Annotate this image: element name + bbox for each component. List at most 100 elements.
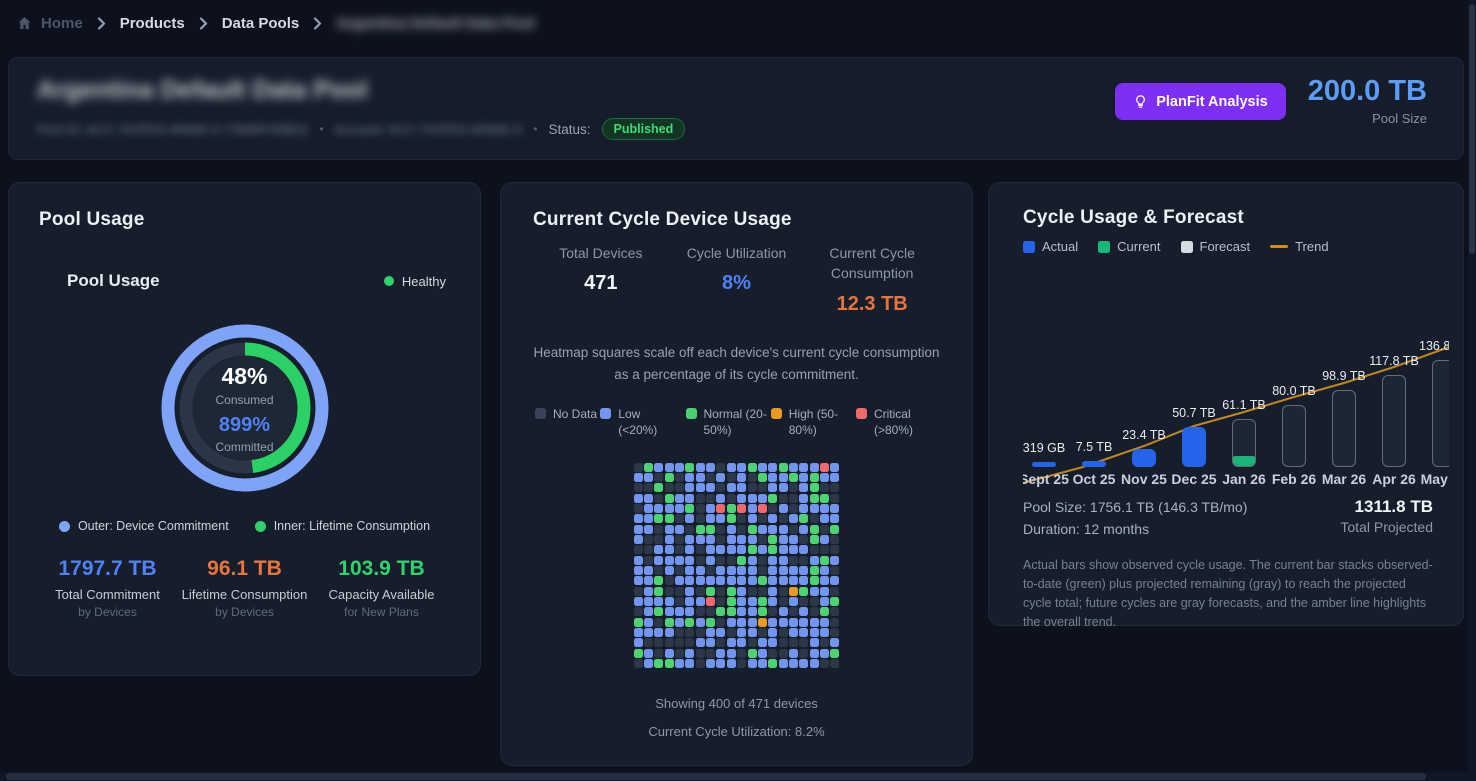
heatmap-cell[interactable] <box>789 628 798 637</box>
heatmap-cell[interactable] <box>706 525 715 534</box>
heatmap-cell[interactable] <box>665 659 674 668</box>
heatmap-cell[interactable] <box>830 525 839 534</box>
heatmap-cell[interactable] <box>685 566 694 575</box>
heatmap-cell[interactable] <box>779 597 788 606</box>
heatmap-cell[interactable] <box>706 514 715 523</box>
heatmap-cell[interactable] <box>799 483 808 492</box>
heatmap-cell[interactable] <box>830 638 839 647</box>
heatmap-cell[interactable] <box>748 463 757 472</box>
heatmap-cell[interactable] <box>634 525 643 534</box>
heatmap-cell[interactable] <box>789 494 798 503</box>
heatmap-cell[interactable] <box>696 618 705 627</box>
heatmap-cell[interactable] <box>789 525 798 534</box>
heatmap-cell[interactable] <box>727 535 736 544</box>
heatmap-cell[interactable] <box>665 473 674 482</box>
heatmap-cell[interactable] <box>768 556 777 565</box>
heatmap-cell[interactable] <box>665 638 674 647</box>
heatmap-cell[interactable] <box>748 618 757 627</box>
heatmap-cell[interactable] <box>789 607 798 616</box>
heatmap-cell[interactable] <box>644 525 653 534</box>
heatmap-cell[interactable] <box>799 576 808 585</box>
heatmap-cell[interactable] <box>830 556 839 565</box>
heatmap-cell[interactable] <box>654 514 663 523</box>
heatmap-cell[interactable] <box>789 576 798 585</box>
heatmap-cell[interactable] <box>820 638 829 647</box>
heatmap-cell[interactable] <box>768 659 777 668</box>
heatmap-cell[interactable] <box>810 566 819 575</box>
heatmap-cell[interactable] <box>644 638 653 647</box>
heatmap-cell[interactable] <box>716 576 725 585</box>
heatmap-cell[interactable] <box>706 545 715 554</box>
heatmap-cell[interactable] <box>758 576 767 585</box>
actual-bar[interactable] <box>1082 461 1106 467</box>
heatmap-cell[interactable] <box>644 504 653 513</box>
heatmap-cell[interactable] <box>634 628 643 637</box>
heatmap-cell[interactable] <box>644 659 653 668</box>
heatmap-cell[interactable] <box>768 545 777 554</box>
heatmap-cell[interactable] <box>758 659 767 668</box>
current-bar[interactable] <box>1232 419 1256 467</box>
heatmap-cell[interactable] <box>758 628 767 637</box>
heatmap-cell[interactable] <box>706 504 715 513</box>
heatmap-cell[interactable] <box>830 545 839 554</box>
heatmap-cell[interactable] <box>737 628 746 637</box>
heatmap-cell[interactable] <box>748 638 757 647</box>
heatmap-cell[interactable] <box>789 659 798 668</box>
heatmap-cell[interactable] <box>706 638 715 647</box>
heatmap-cell[interactable] <box>727 525 736 534</box>
heatmap-cell[interactable] <box>716 597 725 606</box>
heatmap-cell[interactable] <box>768 525 777 534</box>
heatmap-cell[interactable] <box>685 607 694 616</box>
heatmap-cell[interactable] <box>634 566 643 575</box>
heatmap-cell[interactable] <box>685 483 694 492</box>
heatmap-cell[interactable] <box>748 494 757 503</box>
heatmap-cell[interactable] <box>696 483 705 492</box>
heatmap-cell[interactable] <box>696 607 705 616</box>
heatmap-cell[interactable] <box>820 587 829 596</box>
heatmap-cell[interactable] <box>727 545 736 554</box>
heatmap-cell[interactable] <box>727 494 736 503</box>
heatmap-cell[interactable] <box>685 659 694 668</box>
heatmap-cell[interactable] <box>789 514 798 523</box>
heatmap-cell[interactable] <box>830 483 839 492</box>
heatmap-cell[interactable] <box>665 587 674 596</box>
heatmap-cell[interactable] <box>696 566 705 575</box>
heatmap-cell[interactable] <box>820 545 829 554</box>
heatmap-cell[interactable] <box>779 587 788 596</box>
heatmap-cell[interactable] <box>706 628 715 637</box>
heatmap-cell[interactable] <box>810 618 819 627</box>
heatmap-cell[interactable] <box>737 483 746 492</box>
heatmap-cell[interactable] <box>716 659 725 668</box>
heatmap-cell[interactable] <box>737 649 746 658</box>
heatmap-cell[interactable] <box>789 618 798 627</box>
heatmap-cell[interactable] <box>706 483 715 492</box>
heatmap-cell[interactable] <box>820 649 829 658</box>
heatmap-cell[interactable] <box>830 607 839 616</box>
heatmap-cell[interactable] <box>675 628 684 637</box>
heatmap-cell[interactable] <box>644 628 653 637</box>
heatmap-cell[interactable] <box>799 514 808 523</box>
heatmap-cell[interactable] <box>810 514 819 523</box>
heatmap-cell[interactable] <box>644 483 653 492</box>
heatmap-cell[interactable] <box>789 473 798 482</box>
heatmap-cell[interactable] <box>644 566 653 575</box>
heatmap-cell[interactable] <box>675 483 684 492</box>
heatmap-cell[interactable] <box>810 597 819 606</box>
heatmap-cell[interactable] <box>737 566 746 575</box>
forecast-bar[interactable] <box>1282 405 1306 467</box>
heatmap-cell[interactable] <box>644 607 653 616</box>
heatmap-cell[interactable] <box>810 649 819 658</box>
heatmap-cell[interactable] <box>665 514 674 523</box>
heatmap-cell[interactable] <box>779 618 788 627</box>
actual-bar[interactable] <box>1132 449 1156 467</box>
heatmap-cell[interactable] <box>634 535 643 544</box>
heatmap-cell[interactable] <box>810 659 819 668</box>
vertical-scrollbar-thumb[interactable] <box>1469 4 1475 254</box>
heatmap-cell[interactable] <box>820 535 829 544</box>
heatmap-cell[interactable] <box>799 473 808 482</box>
heatmap-cell[interactable] <box>665 556 674 565</box>
heatmap-cell[interactable] <box>634 649 643 658</box>
vertical-scrollbar[interactable] <box>1468 0 1476 781</box>
heatmap-cell[interactable] <box>716 618 725 627</box>
heatmap-cell[interactable] <box>748 525 757 534</box>
